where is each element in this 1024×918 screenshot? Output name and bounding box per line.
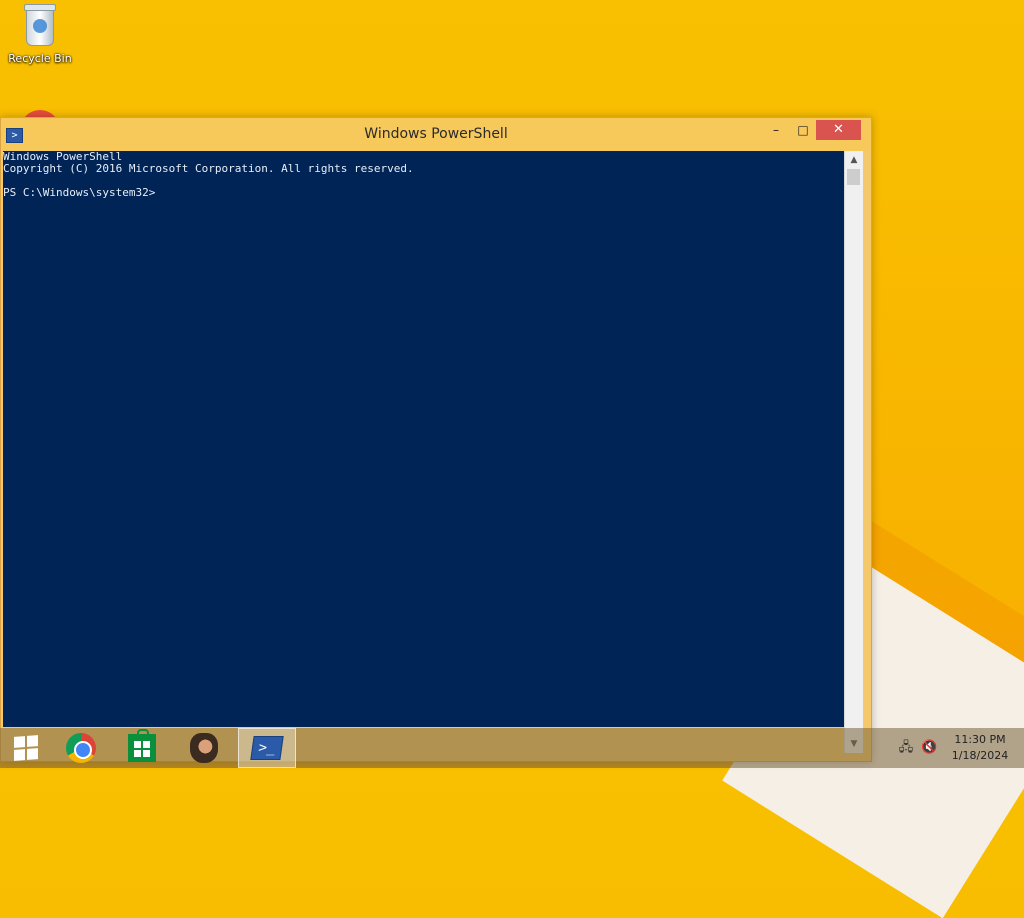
scroll-up-icon[interactable]: ▲ — [845, 151, 863, 169]
close-button[interactable]: ✕ — [816, 120, 861, 140]
taskbar-store-button[interactable] — [116, 728, 168, 768]
chrome-icon — [66, 733, 96, 763]
minimize-button[interactable]: – — [763, 120, 789, 140]
clock-time: 11:30 PM — [954, 733, 1006, 746]
recycle-bin-icon — [24, 4, 56, 46]
windows-logo-icon — [14, 735, 38, 761]
recycle-bin-desktop-icon[interactable]: Recycle Bin — [6, 4, 74, 76]
powershell-window[interactable]: > Windows PowerShell – □ ✕ Windows Power… — [0, 117, 872, 762]
start-button[interactable] — [0, 728, 52, 768]
system-clock[interactable]: 11:30 PM 1/18/2024 — [944, 732, 1016, 764]
clock-date: 1/18/2024 — [951, 749, 1009, 762]
console-line: Copyright (C) 2016 Microsoft Corporation… — [3, 162, 414, 175]
window-title: Windows PowerShell — [364, 126, 508, 142]
console-output[interactable]: Windows PowerShell Copyright (C) 2016 Mi… — [3, 151, 844, 727]
network-icon[interactable]: 🖧 — [898, 740, 914, 756]
taskbar: >_ 🖧 🔇 11:30 PM 1/18/2024 — [0, 728, 1024, 768]
maximize-button[interactable]: □ — [790, 120, 816, 140]
console-prompt[interactable]: PS C:\Windows\system32> — [3, 187, 844, 199]
vertical-scrollbar[interactable]: ▲ ▼ — [844, 151, 863, 753]
store-icon — [128, 729, 156, 762]
character-app-icon — [190, 733, 218, 763]
powershell-icon: >_ — [250, 736, 284, 760]
taskbar-app-button[interactable] — [178, 728, 230, 768]
taskbar-powershell-button[interactable]: >_ — [238, 728, 296, 768]
recycle-bin-label: Recycle Bin — [8, 52, 72, 65]
taskbar-chrome-button[interactable] — [55, 728, 107, 768]
scrollbar-thumb[interactable] — [847, 169, 860, 185]
recycle-symbol-icon — [33, 19, 47, 33]
title-bar[interactable]: > Windows PowerShell – □ ✕ — [1, 118, 871, 151]
volume-muted-icon[interactable]: 🔇 — [921, 740, 937, 756]
